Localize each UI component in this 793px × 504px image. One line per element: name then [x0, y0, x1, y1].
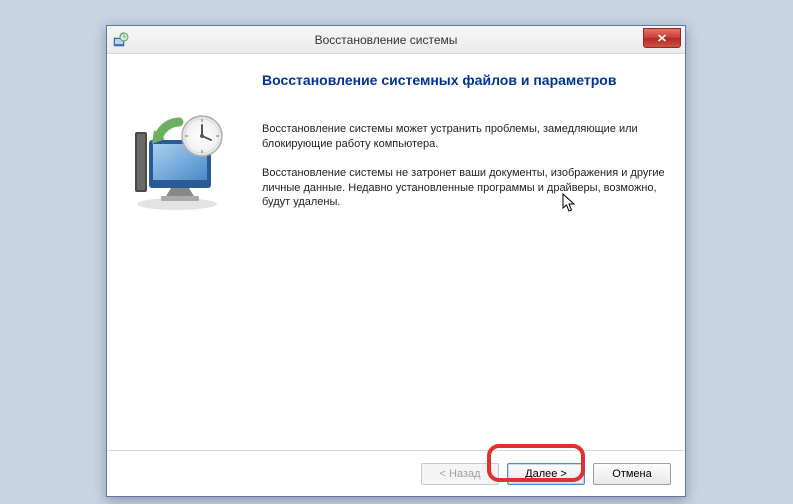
illustration-pane [119, 72, 254, 440]
text-pane: Восстановление системных файлов и параме… [254, 72, 665, 440]
description-paragraph-2: Восстановление системы не затронет ваши … [262, 166, 665, 211]
back-button: < Назад [421, 463, 499, 485]
next-button[interactable]: Далее > [507, 463, 585, 485]
close-button[interactable] [643, 28, 681, 48]
window-title: Восстановление системы [129, 33, 643, 47]
restore-app-icon [113, 32, 129, 48]
description-paragraph-1: Восстановление системы может устранить п… [262, 122, 665, 152]
system-restore-illustration-icon [127, 114, 237, 214]
cancel-button[interactable]: Отмена [593, 463, 671, 485]
system-restore-window: Восстановление системы [106, 25, 686, 497]
page-heading: Восстановление системных файлов и параме… [262, 72, 665, 88]
close-icon [657, 34, 667, 42]
titlebar: Восстановление системы [107, 26, 685, 54]
wizard-buttons: < Назад Далее > Отмена [107, 451, 685, 497]
dialog-content: Восстановление системных файлов и параме… [107, 54, 685, 450]
